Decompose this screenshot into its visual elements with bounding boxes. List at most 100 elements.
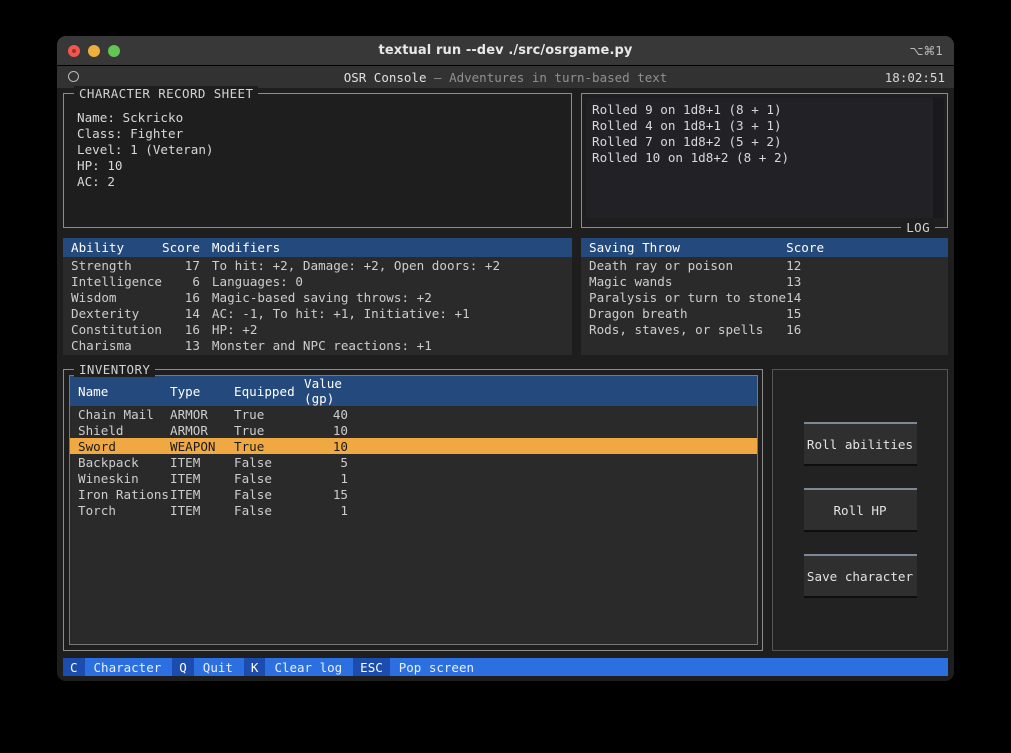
table-row[interactable]: Dexterity 14 AC: -1, To hit: +1, Initiat… — [63, 305, 572, 321]
table-row[interactable]: Constitution 16 HP: +2 — [63, 321, 572, 337]
table-row[interactable]: Paralysis or turn to stone 14 — [581, 289, 948, 305]
save-score: 14 — [786, 289, 802, 305]
saves-header-row: Saving Throw Score — [581, 238, 948, 257]
table-row[interactable]: Magic wands 13 — [581, 273, 948, 289]
item-name: Backpack — [78, 454, 139, 470]
inventory-col-value[interactable]: Value (gp) — [304, 376, 378, 406]
ability-name: Constitution — [71, 321, 162, 337]
abilities-col-score[interactable]: Score — [162, 238, 212, 257]
ability-name: Charisma — [71, 337, 132, 353]
footer-desc-quit[interactable]: Quit — [193, 658, 244, 676]
roll-hp-button[interactable]: Roll HP — [803, 488, 917, 532]
footer-keybindings: C Character Q Quit K Clear log ESC Pop s… — [63, 658, 948, 676]
save-score: 16 — [786, 321, 802, 337]
table-row[interactable]: Chain Mail ARMOR True 40 — [70, 406, 757, 422]
log-panel: LOG Rolled 9 on 1d8+1 (8 + 1) Rolled 4 o… — [581, 93, 948, 235]
footer-desc-clear-log[interactable]: Clear log — [265, 658, 354, 676]
table-row[interactable]: Intelligence 6 Languages: 0 — [63, 273, 572, 289]
log-lines: Rolled 9 on 1d8+1 (8 + 1) Rolled 4 on 1d… — [586, 98, 944, 166]
saves-col-spacer — [824, 238, 948, 257]
item-type: ARMOR — [170, 406, 208, 422]
footer-key-q[interactable]: Q — [172, 658, 194, 676]
footer-desc-pop-screen[interactable]: Pop screen — [389, 658, 486, 676]
ability-name: Wisdom — [71, 289, 117, 305]
log-scroll-area[interactable]: Rolled 9 on 1d8+1 (8 + 1) Rolled 4 on 1d… — [586, 98, 944, 218]
app-header: OSR Console — Adventures in turn-based t… — [57, 66, 954, 88]
inventory-col-equipped[interactable]: Equipped — [234, 376, 304, 406]
table-row[interactable]: Strength 17 To hit: +2, Damage: +2, Open… — [63, 257, 572, 273]
stats-row: Ability Score Modifiers Strength 17 To h… — [63, 238, 948, 355]
saves-col-throw[interactable]: Saving Throw — [581, 238, 787, 257]
saving-throws-table[interactable]: Saving Throw Score Death ray or poison 1… — [581, 238, 948, 355]
footer-key-c[interactable]: C — [63, 658, 85, 676]
save-spacer — [824, 289, 948, 305]
table-row[interactable]: Wineskin ITEM False 1 — [70, 470, 757, 486]
item-value: 1 — [340, 502, 348, 518]
log-legend: LOG — [901, 220, 935, 235]
status-circle-icon — [68, 71, 79, 82]
ability-score: 14 — [184, 305, 200, 321]
table-row-selected[interactable]: Sword WEAPON True 10 — [70, 438, 757, 454]
ability-name: Dexterity — [71, 305, 140, 321]
character-ac-line: AC: 2 — [77, 174, 115, 189]
window-titlebar[interactable]: textual run --dev ./src/osrgame.py ⌥⌘1 — [57, 36, 954, 66]
roll-abilities-button[interactable]: Roll abilities — [803, 422, 917, 466]
save-spacer — [824, 273, 948, 289]
save-spacer — [824, 321, 948, 337]
save-name: Magic wands — [589, 273, 673, 289]
item-spacer — [378, 502, 757, 518]
log-line: Rolled 10 on 1d8+2 (8 + 2) — [592, 150, 790, 165]
abilities-table[interactable]: Ability Score Modifiers Strength 17 To h… — [63, 238, 572, 355]
table-row[interactable]: Backpack ITEM False 5 — [70, 454, 757, 470]
zoom-window-icon[interactable] — [108, 45, 120, 57]
ability-modifiers: HP: +2 — [211, 321, 258, 337]
table-row[interactable]: Wisdom 16 Magic-based saving throws: +2 — [63, 289, 572, 305]
save-name: Rods, staves, or spells — [589, 321, 764, 337]
window-shortcut-label: ⌥⌘1 — [909, 44, 943, 58]
log-scrollbar[interactable] — [933, 98, 944, 218]
item-spacer — [378, 454, 757, 470]
table-row[interactable]: Rods, staves, or spells 16 — [581, 321, 948, 337]
inventory-table[interactable]: Name Type Equipped Value (gp) Chain Mail… — [69, 375, 758, 645]
table-row[interactable]: Charisma 13 Monster and NPC reactions: +… — [63, 337, 572, 353]
log-line: Rolled 4 on 1d8+1 (3 + 1) — [592, 118, 782, 133]
table-row[interactable]: Iron Rations ITEM False 15 — [70, 486, 757, 502]
character-sheet-body: Name: Sckricko Class: Fighter Level: 1 (… — [64, 94, 571, 190]
item-equipped: False — [234, 502, 272, 518]
desktop-background: textual run --dev ./src/osrgame.py ⌥⌘1 O… — [0, 0, 1011, 753]
item-spacer — [378, 438, 757, 454]
save-character-button[interactable]: Save character — [803, 554, 917, 598]
saves-col-score[interactable]: Score — [786, 238, 825, 257]
character-name-line: Name: Sckricko — [77, 110, 184, 125]
footer-filler — [485, 658, 948, 676]
table-row[interactable]: Death ray or poison 12 — [581, 257, 948, 273]
ability-modifiers: Languages: 0 — [211, 273, 303, 289]
log-line: Rolled 9 on 1d8+1 (8 + 1) — [592, 102, 782, 117]
save-name: Paralysis or turn to stone — [589, 289, 787, 305]
abilities-col-modifiers[interactable]: Modifiers — [211, 238, 572, 257]
footer-key-k[interactable]: K — [243, 658, 266, 676]
ability-score: 13 — [184, 337, 200, 353]
app-title-main: OSR Console — [343, 69, 427, 85]
footer-key-esc[interactable]: ESC — [353, 658, 390, 676]
abilities-col-ability[interactable]: Ability — [63, 238, 162, 257]
ability-score: 17 — [184, 257, 200, 273]
item-name: Torch — [78, 502, 116, 518]
save-spacer — [824, 305, 948, 321]
item-type: ITEM — [170, 470, 201, 486]
terminal-screen: OSR Console — Adventures in turn-based t… — [57, 66, 954, 681]
minimize-window-icon[interactable] — [88, 45, 100, 57]
save-spacer — [824, 257, 948, 273]
table-row[interactable]: Torch ITEM False 1 — [70, 502, 757, 518]
ability-score: 16 — [184, 321, 200, 337]
inventory-col-type[interactable]: Type — [170, 376, 234, 406]
table-row[interactable]: Dragon breath 15 — [581, 305, 948, 321]
item-type: ITEM — [170, 454, 201, 470]
close-window-icon[interactable] — [68, 45, 80, 57]
traffic-lights — [68, 36, 120, 66]
inventory-col-name[interactable]: Name — [70, 376, 170, 406]
ability-name: Strength — [71, 257, 132, 273]
clock: 18:02:51 — [884, 69, 945, 85]
footer-desc-character[interactable]: Character — [84, 658, 173, 676]
table-row[interactable]: Shield ARMOR True 10 — [70, 422, 757, 438]
